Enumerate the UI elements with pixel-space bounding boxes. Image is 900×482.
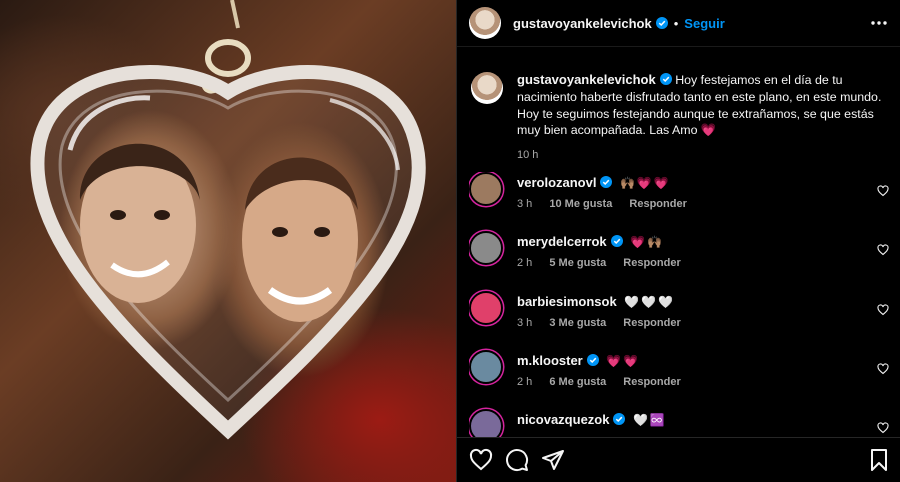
heart-icon[interactable] <box>877 185 889 197</box>
verified-badge-icon <box>600 176 613 188</box>
caption-author-username[interactable]: gustavoyankelevichok <box>517 72 656 87</box>
comment-item: barbiesimonsok 🤍🤍🤍 3 h 3 Me gusta Respon… <box>469 290 900 350</box>
commenter-avatar[interactable] <box>469 172 503 206</box>
comment-item: merydelcerrok 💗🙌🏽 2 h 5 Me gusta Respond… <box>469 231 900 290</box>
author-username[interactable]: gustavoyankelevichok <box>513 16 652 31</box>
comment-likes[interactable]: 10 Me gusta <box>549 198 612 210</box>
post-sidebar: gustavoyankelevichok • Seguir gustavoyan… <box>456 0 900 482</box>
comment-icon[interactable] <box>505 448 529 472</box>
separator-dot: • <box>673 15 679 31</box>
caption-emoji: 💗 <box>700 123 717 138</box>
commenter-avatar[interactable] <box>469 231 503 266</box>
commenter-avatar[interactable] <box>469 290 503 325</box>
caption-text-block: gustavoyankelevichok Hoy festejamos en e… <box>517 72 895 164</box>
post-caption: gustavoyankelevichok Hoy festejamos en e… <box>471 72 895 164</box>
comment-time[interactable]: 2 h <box>517 376 532 388</box>
comment-time[interactable]: 3 h <box>517 198 532 210</box>
header-divider <box>457 46 900 47</box>
commenter-username[interactable]: merydelcerrok <box>517 234 607 249</box>
verified-badge-icon <box>659 73 672 85</box>
comment-text: 💗🙌🏽 <box>630 235 665 250</box>
comment-likes[interactable]: 6 Me gusta <box>549 376 606 388</box>
comment-time[interactable]: 2 h <box>517 257 532 269</box>
reply-button[interactable]: Responder <box>629 198 686 210</box>
bookmark-icon[interactable] <box>867 448 891 472</box>
comment-text: 🤍♾️ <box>632 413 667 428</box>
comment-item: m.klooster 💗💗 2 h 6 Me gusta Responder <box>469 349 900 409</box>
heart-icon[interactable] <box>469 448 493 472</box>
verified-badge-icon <box>613 413 626 426</box>
comment-text: 🤍🤍🤍 <box>624 294 676 309</box>
reply-button[interactable]: Responder <box>623 257 680 269</box>
comments-list[interactable]: verolozanovl 🙌🏽💗💗 3 h 10 Me gusta Respon… <box>469 172 900 437</box>
reply-button[interactable]: Responder <box>623 376 680 388</box>
more-options-icon[interactable] <box>869 13 889 33</box>
author-avatar[interactable] <box>469 7 501 39</box>
heart-icon[interactable] <box>877 363 889 375</box>
comment-text: 💗💗 <box>606 353 641 368</box>
commenter-avatar[interactable] <box>469 349 503 384</box>
comment-text: 🙌🏽💗💗 <box>619 176 671 190</box>
post-image[interactable] <box>0 0 456 482</box>
comment-time[interactable]: 3 h <box>517 317 532 329</box>
verified-badge-icon <box>655 17 668 29</box>
commenter-username[interactable]: barbiesimonsok <box>517 294 617 309</box>
heart-icon[interactable] <box>877 422 889 434</box>
caption-timestamp[interactable]: 10 h <box>517 147 895 164</box>
verified-badge-icon <box>586 353 599 366</box>
comment-item: verolozanovl 🙌🏽💗💗 3 h 10 Me gusta Respon… <box>469 172 900 231</box>
commenter-avatar[interactable] <box>469 409 503 437</box>
caption-author-avatar[interactable] <box>471 72 503 104</box>
heart-icon[interactable] <box>877 304 889 316</box>
verified-badge-icon <box>610 235 623 248</box>
commenter-username[interactable]: m.klooster <box>517 353 583 368</box>
post-header: gustavoyankelevichok • Seguir <box>457 0 900 46</box>
heart-pendant-illustration <box>30 0 426 440</box>
follow-button[interactable]: Seguir <box>684 16 724 31</box>
commenter-username[interactable]: verolozanovl <box>517 175 596 190</box>
share-icon[interactable] <box>541 448 565 472</box>
comment-likes[interactable]: 5 Me gusta <box>549 257 606 269</box>
comment-likes[interactable]: 3 Me gusta <box>549 317 606 329</box>
heart-icon[interactable] <box>877 244 889 256</box>
reply-button[interactable]: Responder <box>623 317 680 329</box>
action-bar <box>457 437 900 482</box>
commenter-username[interactable]: nicovazquezok <box>517 412 609 427</box>
comment-item: nicovazquezok 🤍♾️ <box>469 409 900 437</box>
